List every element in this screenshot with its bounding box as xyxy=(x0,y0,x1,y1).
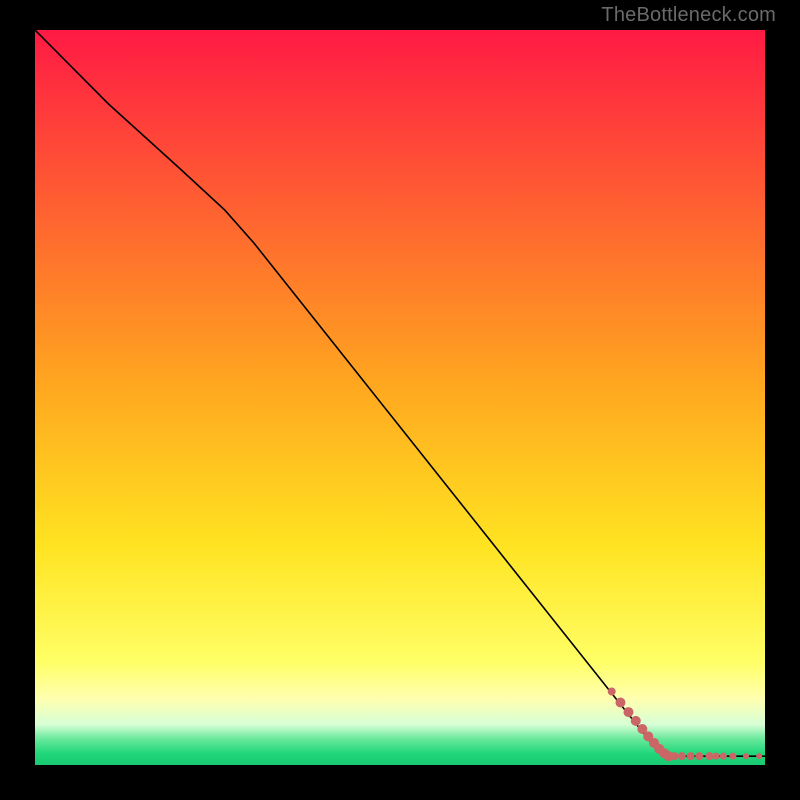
scatter-point xyxy=(756,753,762,759)
scatter-point xyxy=(623,707,633,717)
scatter-point xyxy=(678,752,686,760)
scatter-point xyxy=(729,753,736,760)
scatter-point xyxy=(608,688,616,696)
scatter-point xyxy=(720,753,727,760)
watermark-text: TheBottleneck.com xyxy=(601,4,776,27)
plot-area xyxy=(35,30,765,765)
scatter-point xyxy=(687,752,695,760)
scatter-point xyxy=(695,752,703,760)
scatter-point xyxy=(670,752,678,760)
gradient-background xyxy=(35,30,765,765)
scatter-point xyxy=(615,698,625,708)
scatter-point xyxy=(713,753,720,760)
chart-svg xyxy=(35,30,765,765)
scatter-point xyxy=(631,716,641,726)
scatter-point xyxy=(743,753,749,759)
chart-frame: TheBottleneck.com xyxy=(0,0,800,800)
scatter-point xyxy=(706,752,714,760)
